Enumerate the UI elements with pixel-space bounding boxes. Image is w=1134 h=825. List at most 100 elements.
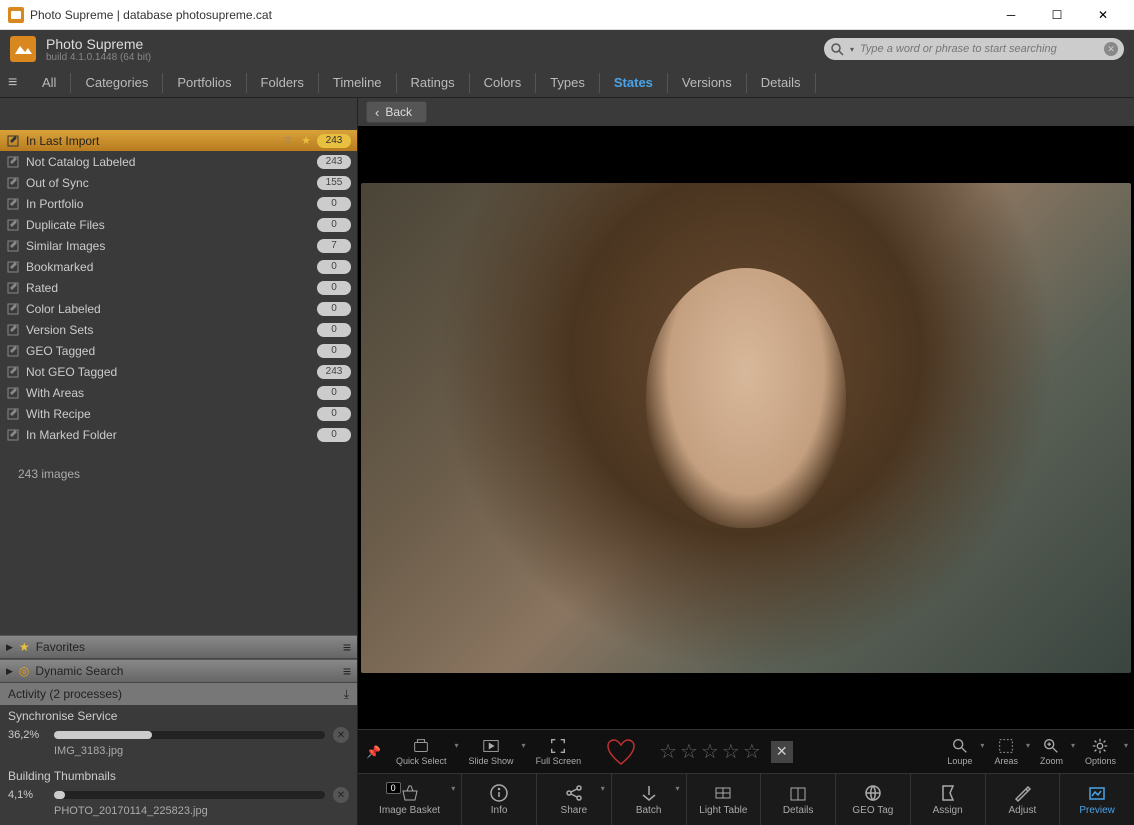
details-button[interactable]: Details bbox=[761, 774, 836, 825]
state-item[interactable]: In Last Import▽★243 bbox=[0, 130, 357, 151]
state-label: GEO Tagged bbox=[26, 344, 311, 358]
activity-name: Synchronise Service bbox=[8, 709, 349, 723]
tab-colors[interactable]: Colors bbox=[470, 73, 537, 93]
minimize-button[interactable]: ─ bbox=[988, 0, 1034, 30]
preview-button[interactable]: Preview bbox=[1060, 774, 1134, 825]
info-button[interactable]: Info bbox=[462, 774, 537, 825]
favorite-heart-button[interactable] bbox=[603, 736, 639, 768]
state-item[interactable]: Not GEO Tagged243 bbox=[0, 361, 357, 382]
star-4[interactable]: ☆ bbox=[722, 739, 740, 764]
edit-icon bbox=[6, 176, 20, 190]
activity-header[interactable]: Activity (2 processes) ⤓ bbox=[0, 683, 357, 705]
favorites-label: Favorites bbox=[36, 640, 337, 654]
panel-menu-icon[interactable]: ≡ bbox=[343, 663, 351, 679]
search-input[interactable] bbox=[860, 43, 1098, 55]
star-3[interactable]: ☆ bbox=[701, 739, 719, 764]
state-label: Rated bbox=[26, 281, 311, 295]
geo-tag-button[interactable]: GEO Tag bbox=[836, 774, 911, 825]
star-2[interactable]: ☆ bbox=[680, 739, 698, 764]
tab-all[interactable]: All bbox=[28, 73, 71, 93]
state-item[interactable]: Color Labeled0 bbox=[0, 298, 357, 319]
state-item[interactable]: Out of Sync155 bbox=[0, 172, 357, 193]
cancel-activity-button[interactable]: ✕ bbox=[333, 727, 349, 743]
state-item[interactable]: GEO Tagged0 bbox=[0, 340, 357, 361]
app-icon bbox=[8, 7, 24, 23]
rating-stars[interactable]: ☆☆☆☆☆ bbox=[659, 739, 761, 764]
reject-button[interactable]: ✕ bbox=[771, 741, 793, 763]
state-item[interactable]: Similar Images7 bbox=[0, 235, 357, 256]
tab-portfolios[interactable]: Portfolios bbox=[163, 73, 246, 93]
pin-icon[interactable]: 📌 bbox=[366, 745, 384, 759]
image-viewer[interactable] bbox=[358, 126, 1134, 729]
cancel-activity-button[interactable]: ✕ bbox=[333, 787, 349, 803]
star-1[interactable]: ☆ bbox=[659, 739, 677, 764]
edit-icon bbox=[6, 365, 20, 379]
dynamic-search-label: Dynamic Search bbox=[35, 664, 336, 678]
close-button[interactable]: ✕ bbox=[1080, 0, 1126, 30]
full-screen-button[interactable]: Full Screen bbox=[526, 735, 592, 768]
light-table-button[interactable]: Light Table bbox=[687, 774, 762, 825]
basket-count-badge: 0 bbox=[386, 782, 401, 794]
search-icon bbox=[830, 42, 844, 56]
tab-types[interactable]: Types bbox=[536, 73, 600, 93]
state-item[interactable]: Version Sets0 bbox=[0, 319, 357, 340]
edit-icon bbox=[6, 344, 20, 358]
state-item[interactable]: Not Catalog Labeled243 bbox=[0, 151, 357, 172]
options-button[interactable]: Options▾ bbox=[1075, 735, 1126, 768]
state-item[interactable]: With Areas0 bbox=[0, 382, 357, 403]
favorites-panel-header[interactable]: ▶ ★ Favorites ≡ bbox=[0, 635, 357, 659]
back-button[interactable]: ‹ Back bbox=[366, 101, 427, 123]
maximize-button[interactable]: ☐ bbox=[1034, 0, 1080, 30]
panel-menu-icon[interactable]: ≡ bbox=[343, 639, 351, 655]
state-list: In Last Import▽★243Not Catalog Labeled24… bbox=[0, 126, 357, 449]
tab-categories[interactable]: Categories bbox=[71, 73, 163, 93]
state-count-badge: 243 bbox=[317, 365, 351, 379]
star-5[interactable]: ☆ bbox=[743, 739, 761, 764]
state-item[interactable]: Bookmarked0 bbox=[0, 256, 357, 277]
search-box[interactable]: ▾ ✕ bbox=[824, 38, 1124, 60]
expand-icon: ▶ bbox=[6, 642, 13, 653]
state-label: Not Catalog Labeled bbox=[26, 155, 311, 169]
activity-percent: 4,1% bbox=[8, 789, 46, 801]
sidebar-image-count: 243 images bbox=[0, 449, 357, 499]
tab-versions[interactable]: Versions bbox=[668, 73, 747, 93]
dynamic-search-panel-header[interactable]: ▶ ◎ Dynamic Search ≡ bbox=[0, 659, 357, 683]
zoom-button[interactable]: Zoom▾ bbox=[1030, 735, 1073, 768]
edit-icon bbox=[6, 428, 20, 442]
state-count-badge: 0 bbox=[317, 197, 351, 211]
quick-select-button[interactable]: Quick Select▾ bbox=[386, 735, 457, 768]
image-basket-button[interactable]: 0 Image Basket▾ bbox=[358, 774, 462, 825]
share-button[interactable]: Share▾ bbox=[537, 774, 612, 825]
state-item[interactable]: With Recipe0 bbox=[0, 403, 357, 424]
areas-button[interactable]: Areas▾ bbox=[984, 735, 1028, 768]
progress-bar bbox=[54, 791, 325, 799]
state-item[interactable]: Rated0 bbox=[0, 277, 357, 298]
state-count-badge: 0 bbox=[317, 386, 351, 400]
app-title: Photo Supreme bbox=[46, 36, 151, 52]
batch-button[interactable]: Batch▾ bbox=[612, 774, 687, 825]
collapse-icon[interactable]: ⤓ bbox=[344, 687, 349, 702]
state-count-badge: 0 bbox=[317, 260, 351, 274]
state-item[interactable]: In Portfolio0 bbox=[0, 193, 357, 214]
slide-show-button[interactable]: Slide Show▾ bbox=[459, 735, 524, 768]
dropdown-icon[interactable]: ▽ bbox=[284, 135, 291, 146]
state-item[interactable]: In Marked Folder0 bbox=[0, 424, 357, 445]
tab-states[interactable]: States bbox=[600, 73, 668, 93]
adjust-button[interactable]: Adjust bbox=[986, 774, 1061, 825]
tab-timeline[interactable]: Timeline bbox=[319, 73, 397, 93]
assign-button[interactable]: Assign bbox=[911, 774, 986, 825]
progress-bar bbox=[54, 731, 325, 739]
state-count-badge: 0 bbox=[317, 428, 351, 442]
state-item[interactable]: Duplicate Files0 bbox=[0, 214, 357, 235]
edit-icon bbox=[6, 218, 20, 232]
loupe-button[interactable]: Loupe▾ bbox=[937, 735, 982, 768]
tab-ratings[interactable]: Ratings bbox=[397, 73, 470, 93]
state-label: Version Sets bbox=[26, 323, 311, 337]
state-count-badge: 0 bbox=[317, 218, 351, 232]
tab-folders[interactable]: Folders bbox=[247, 73, 319, 93]
tab-details[interactable]: Details bbox=[747, 73, 816, 93]
edit-icon bbox=[6, 197, 20, 211]
edit-icon bbox=[6, 407, 20, 421]
hamburger-icon[interactable]: ≡ bbox=[8, 74, 28, 92]
search-clear-icon[interactable]: ✕ bbox=[1104, 42, 1118, 56]
